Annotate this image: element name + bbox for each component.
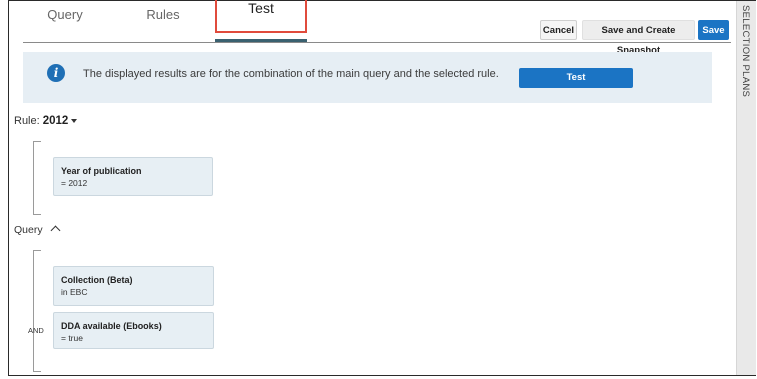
condition-value: in EBC <box>61 287 88 297</box>
tab-test[interactable]: Test <box>215 0 307 33</box>
rule-bracket <box>33 141 41 215</box>
condition-title: Collection (Beta) <box>61 275 133 285</box>
test-button[interactable]: Test <box>519 68 633 88</box>
query-toggle[interactable]: Query <box>14 224 61 236</box>
cancel-button[interactable]: Cancel <box>540 20 577 40</box>
selection-plans-panel[interactable]: SELECTION PLANS <box>736 1 756 375</box>
selection-plans-label: SELECTION PLANS <box>740 5 751 98</box>
condition-value: = 2012 <box>61 178 88 188</box>
query-bracket <box>33 250 41 372</box>
condition-title: Year of publication <box>61 166 142 176</box>
main-frame: Query Rules Test Cancel Save and Create … <box>8 0 756 376</box>
chevron-down-icon[interactable] <box>71 119 78 124</box>
save-button[interactable]: Save <box>698 20 729 40</box>
rule-selector[interactable]: Rule: 2012 <box>14 115 78 127</box>
rule-label: Rule: <box>14 115 40 127</box>
chevron-up-icon[interactable] <box>50 225 61 236</box>
info-banner: i The displayed results are for the comb… <box>23 52 712 103</box>
save-and-create-snapshot-button[interactable]: Save and Create Snapshot <box>582 20 695 56</box>
info-icon: i <box>47 64 65 82</box>
query-condition-card[interactable]: Collection (Beta) in EBC <box>53 266 214 306</box>
banner-message: The displayed results are for the combin… <box>83 68 499 80</box>
query-label: Query <box>14 224 43 236</box>
and-operator: AND <box>28 326 44 335</box>
query-condition-card[interactable]: DDA available (Ebooks) = true <box>53 312 214 349</box>
rule-value[interactable]: 2012 <box>43 115 69 127</box>
rule-condition-card[interactable]: Year of publication = 2012 <box>53 157 213 196</box>
condition-value: = true <box>61 333 83 343</box>
tab-rules[interactable]: Rules <box>127 1 199 31</box>
tab-query[interactable]: Query <box>31 1 99 31</box>
condition-title: DDA available (Ebooks) <box>61 321 162 331</box>
